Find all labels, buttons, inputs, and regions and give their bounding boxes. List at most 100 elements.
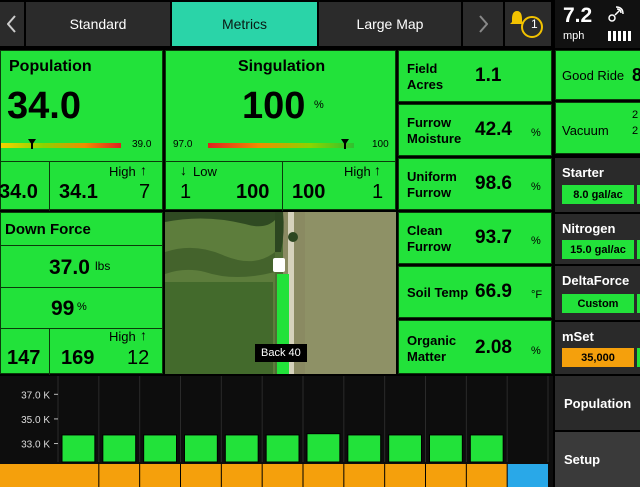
singulation-high-label: High: [344, 164, 371, 179]
vacuum-value-2: 2: [632, 125, 639, 137]
population-value: 34.0: [7, 85, 81, 127]
singulation-high-value: 1: [372, 181, 384, 203]
down-force-low-value: 147: [7, 347, 41, 369]
down-force-value: 37.0: [49, 256, 90, 279]
down-force-percent-unit: %: [77, 301, 87, 313]
deltaforce-panel[interactable]: DeltaForce Custom: [555, 266, 640, 320]
speed-unit: mph: [563, 30, 585, 42]
signal-bars-icon: [608, 31, 631, 41]
metric-field-acres[interactable]: Field Acres 1.1: [398, 50, 552, 102]
metric-soil-temp[interactable]: Soil Temp 66.9 °F: [398, 266, 552, 318]
field-map[interactable]: Back 40: [165, 212, 396, 374]
singulation-bar-min: 97.0: [173, 139, 193, 150]
row-status-segment: [98, 464, 140, 487]
tab-metrics-label: Metrics: [221, 16, 268, 32]
row-status-segment: [466, 464, 508, 487]
deltaforce-label: DeltaForce: [562, 273, 630, 288]
singulation-bar-marker-line: [344, 143, 346, 149]
row-status-segment: [139, 464, 181, 487]
singulation-value: 100: [242, 85, 306, 127]
starter-panel[interactable]: Starter 8.0 gal/ac: [555, 158, 640, 212]
population-avg-value: 34.1: [59, 181, 98, 203]
metric-value: 42.4: [475, 119, 512, 140]
down-force-avg-value: 169: [61, 347, 95, 369]
chart-bar: [184, 434, 218, 463]
row-status-segment: [343, 464, 385, 487]
metrics-column: Field Acres 1.1 Furrow Moisture 42.4 % U…: [398, 50, 552, 374]
deltaforce-mode: Custom: [562, 294, 634, 313]
chart-y-tick-label: 37.0 K: [21, 390, 50, 401]
metric-label: Moisture: [407, 131, 462, 146]
metric-label: Furrow: [407, 115, 452, 130]
starter-rate: 8.0 gal/ac: [562, 185, 634, 204]
singulation-panel[interactable]: Singulation 100 % 97.0 100 ↓ Low 1 100 1…: [165, 50, 396, 211]
row-status-segment: [221, 464, 263, 487]
mset-panel[interactable]: mSet 35,000: [555, 322, 640, 374]
metric-unit: %: [531, 181, 541, 193]
vacuum-value-1: 2: [632, 109, 639, 121]
metric-furrow-moisture[interactable]: Furrow Moisture 42.4 %: [398, 104, 552, 156]
row-status-segment: [303, 464, 344, 487]
row-chart-svg: 37.0 K 35.0 K 33.0 K: [0, 376, 549, 487]
down-force-panel[interactable]: Down Force 37.0 lbs 99 % 147 169 High ↑ …: [0, 212, 163, 375]
population-bar-max: 39.0: [132, 139, 152, 150]
gps-satellite-icon: [608, 6, 624, 22]
down-force-unit: lbs: [95, 259, 111, 273]
metric-unit: °F: [531, 289, 543, 301]
metric-label: Acres: [407, 77, 444, 92]
arrow-up-icon: ↑: [140, 162, 147, 178]
metric-value: 1.1: [475, 65, 502, 86]
nitrogen-panel[interactable]: Nitrogen 15.0 gal/ac: [555, 214, 640, 264]
chevron-left-icon: [7, 15, 16, 33]
tab-prev[interactable]: [0, 2, 24, 46]
population-low-value: 34.0: [0, 181, 38, 203]
nitrogen-rate: 15.0 gal/ac: [562, 240, 634, 259]
metric-uniform-furrow[interactable]: Uniform Furrow 98.6 %: [398, 158, 552, 210]
singulation-low-value: 100: [236, 181, 270, 203]
chart-bar: [347, 434, 382, 463]
population-button-label: Population: [564, 396, 632, 411]
metric-unit: %: [531, 235, 541, 247]
population-high-value: 7: [139, 181, 151, 203]
speed-value: 7.2: [563, 4, 593, 27]
speed-readout: 7.2 mph: [555, 0, 640, 48]
good-ride-label: Good Ride: [562, 68, 625, 83]
good-ride-value: 8: [632, 65, 640, 85]
metric-unit: %: [531, 345, 541, 357]
metric-label: Matter: [407, 349, 447, 364]
singulation-unit: %: [314, 99, 324, 111]
tab-large-map[interactable]: Large Map: [319, 2, 461, 46]
tab-standard-label: Standard: [69, 16, 127, 32]
tab-next[interactable]: [463, 2, 503, 46]
chart-bar: [102, 434, 137, 463]
metric-unit: %: [531, 127, 541, 139]
alert-count: 1: [531, 17, 538, 31]
map-field-label: Back 40: [255, 344, 307, 362]
alerts-button[interactable]: 1: [505, 2, 551, 46]
row-status-segment: [180, 464, 222, 487]
good-ride-panel[interactable]: Good Ride 8: [555, 50, 640, 100]
population-panel[interactable]: Population 34.0 39.0 34.0 34.1 High ↑ 7: [0, 50, 163, 211]
metric-label: Furrow: [407, 239, 452, 254]
tab-metrics[interactable]: Metrics: [172, 2, 317, 46]
population-high-label: High: [109, 164, 136, 179]
chart-bar: [429, 434, 463, 463]
tab-standard[interactable]: Standard: [26, 2, 170, 46]
metric-value: 98.6: [475, 173, 512, 194]
metric-organic-matter[interactable]: Organic Matter 2.08 %: [398, 320, 552, 374]
arrow-down-icon: ↓: [180, 162, 187, 178]
singulation-bar-max: 100: [372, 139, 389, 150]
population-title: Population: [9, 58, 92, 75]
population-button[interactable]: Population: [555, 376, 640, 430]
metric-label: Organic: [407, 333, 457, 348]
setup-button[interactable]: Setup: [555, 432, 640, 487]
metric-clean-furrow[interactable]: Clean Furrow 93.7 %: [398, 212, 552, 264]
starter-label: Starter: [562, 165, 604, 180]
tab-large-map-label: Large Map: [356, 16, 424, 32]
metric-label: Furrow: [407, 185, 452, 200]
down-force-title: Down Force: [5, 221, 91, 238]
down-force-high-value: 12: [127, 347, 150, 369]
mset-label: mSet: [562, 329, 594, 344]
vacuum-panel[interactable]: Vacuum 2 2: [555, 102, 640, 154]
setup-button-label: Setup: [564, 452, 601, 467]
